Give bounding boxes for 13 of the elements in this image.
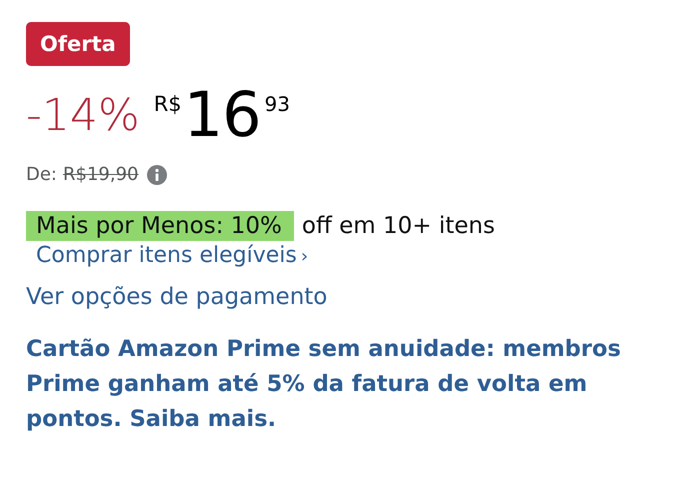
shop-eligible-link[interactable]: Comprar itens elegíveis › <box>36 243 308 268</box>
price-whole: 16 <box>184 84 261 146</box>
payment-options-link[interactable]: Ver opções de pagamento <box>26 284 328 310</box>
promo-highlight: Mais por Menos: 10% <box>26 211 294 241</box>
info-icon[interactable] <box>146 164 166 184</box>
promo-text: off em 10+ itens <box>302 213 495 239</box>
offer-badge: Oferta <box>26 22 130 66</box>
list-price-label: De: <box>26 164 57 185</box>
price-cents: 93 <box>264 92 290 116</box>
list-price: R$19,90 <box>63 164 138 185</box>
currency-symbol: R$ <box>154 92 182 116</box>
card-offer-link[interactable]: Cartão Amazon Prime sem anuidade: membros Prime ganham até 5% da fatura de volta em pontos. Saiba mais. <box>26 332 666 437</box>
discount-percent: -14% <box>26 90 140 141</box>
